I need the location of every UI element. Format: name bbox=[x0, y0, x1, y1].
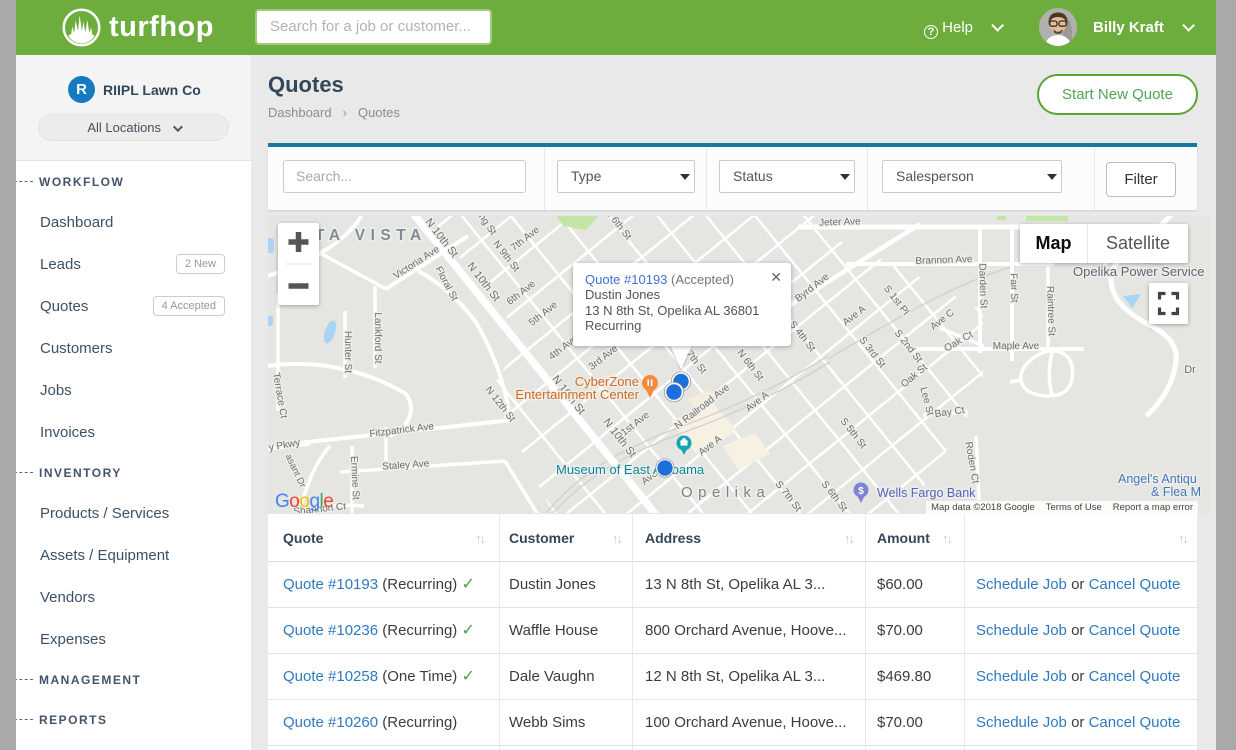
svg-text:& Flea M: & Flea M bbox=[1151, 485, 1201, 499]
svg-text:Fair St: Fair St bbox=[1007, 273, 1019, 303]
svg-text:Hunter St: Hunter St bbox=[342, 331, 353, 373]
svg-text:Ermine St: Ermine St bbox=[348, 456, 361, 501]
svg-text:Lankford St: Lankford St bbox=[372, 312, 383, 363]
svg-text:Raintree St: Raintree St bbox=[1044, 286, 1057, 337]
svg-text:Dr: Dr bbox=[1184, 364, 1196, 376]
svg-text:Opelika Power Service: Opelika Power Service bbox=[1073, 264, 1205, 279]
svg-text:Brannon Ave: Brannon Ave bbox=[915, 254, 973, 267]
svg-text:Angel's Antiqu: Angel's Antiqu bbox=[1118, 472, 1197, 486]
svg-text:Opelika: Opelika bbox=[681, 484, 770, 501]
svg-text:$: $ bbox=[858, 486, 864, 497]
svg-text:Darden St: Darden St bbox=[976, 263, 989, 309]
svg-text:Entertainment Center: Entertainment Center bbox=[515, 387, 639, 402]
svg-text:Jeter Ave: Jeter Ave bbox=[819, 216, 861, 228]
svg-text:Museum of East Alabama: Museum of East Alabama bbox=[556, 462, 705, 477]
svg-text:TA VISTA: TA VISTA bbox=[315, 227, 427, 244]
svg-text:Wells Fargo Bank: Wells Fargo Bank bbox=[877, 486, 976, 500]
svg-text:Maple Ave: Maple Ave bbox=[993, 341, 1040, 352]
